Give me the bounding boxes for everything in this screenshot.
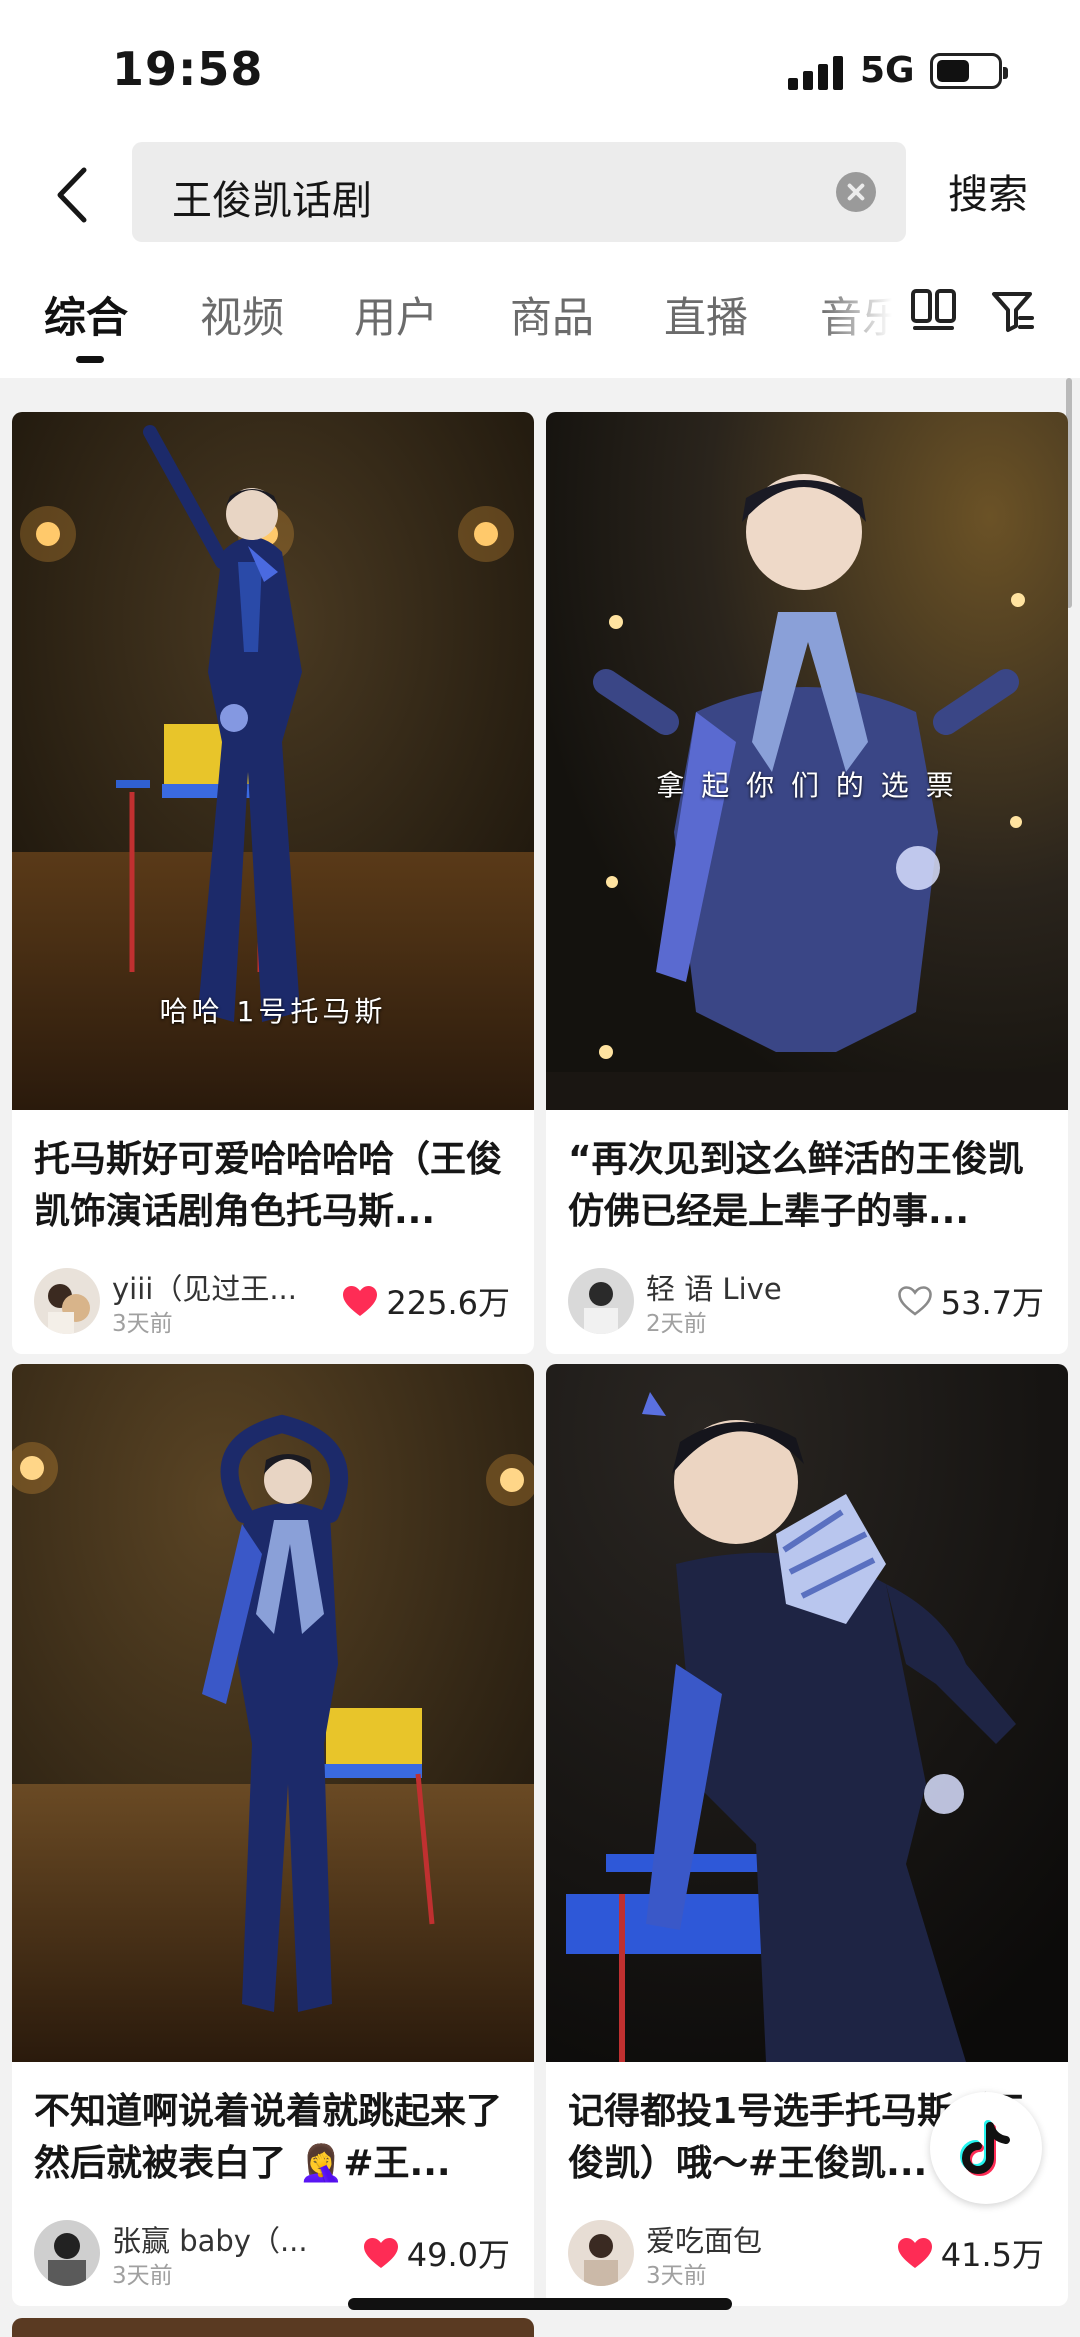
result-card[interactable]: 不知道啊说着说着就跳起来了然后就被表白了 🤦‍♀️#王... 张赢 baby（.… bbox=[12, 1364, 534, 2306]
video-thumbnail[interactable]: 拿 起 你 们 的 选 票 bbox=[546, 412, 1068, 1110]
like-count-text: 49.0万 bbox=[406, 2236, 510, 2274]
like-count[interactable]: 53.7万 bbox=[897, 1278, 1044, 1324]
card-title[interactable]: 不知道啊说着说着就跳起来了然后就被表白了 🤦‍♀️#王... bbox=[34, 2086, 516, 2190]
heart-filled-icon bbox=[897, 2238, 932, 2268]
video-thumbnail[interactable]: 哈哈 1号托马斯 bbox=[12, 412, 534, 1110]
tab-products[interactable]: 商品 bbox=[510, 284, 594, 345]
like-count[interactable]: 225.6万 bbox=[342, 1278, 510, 1324]
search-query: 王俊凯话剧 bbox=[172, 178, 372, 224]
result-card[interactable]: 哈哈 1号托马斯 托马斯好可爱哈哈哈哈（王俊凯饰演话剧角色托马斯... yiii… bbox=[12, 412, 534, 1354]
search-button[interactable]: 搜索 bbox=[948, 162, 1028, 220]
clear-icon[interactable] bbox=[836, 172, 876, 212]
video-thumbnail[interactable] bbox=[12, 1364, 534, 2062]
video-caption: 哈哈 1号托马斯 bbox=[159, 995, 387, 1028]
card-title[interactable]: 托马斯好可爱哈哈哈哈（王俊凯饰演话剧角色托马斯... bbox=[34, 1134, 516, 1238]
tab-comprehensive[interactable]: 综合 bbox=[44, 284, 128, 345]
post-time: 3天前 bbox=[112, 1311, 173, 1337]
author-name[interactable]: 爱吃面包 bbox=[646, 2218, 762, 2260]
like-count-text: 41.5万 bbox=[940, 2236, 1044, 2274]
like-count[interactable]: 49.0万 bbox=[363, 2230, 510, 2276]
video-thumbnail[interactable] bbox=[546, 1364, 1068, 2062]
status-time: 19:58 bbox=[112, 42, 264, 96]
like-count-text: 225.6万 bbox=[386, 1284, 510, 1322]
tab-video[interactable]: 视频 bbox=[200, 284, 284, 345]
battery-level bbox=[937, 60, 969, 82]
tab-fade bbox=[820, 258, 910, 368]
active-tab-indicator bbox=[76, 356, 104, 363]
avatar[interactable] bbox=[34, 1268, 100, 1334]
avatar[interactable] bbox=[568, 2220, 634, 2286]
video-caption: 拿 起 你 们 的 选 票 bbox=[656, 769, 958, 802]
card-title[interactable]: “再次见到这么鲜活的王俊凯 仿佛已经是上辈子的事... bbox=[568, 1134, 1050, 1238]
heart-outline-icon bbox=[897, 1286, 932, 1316]
filter-icon[interactable] bbox=[990, 288, 1036, 334]
status-bar: 19:58 5G bbox=[0, 0, 1080, 140]
like-count[interactable]: 41.5万 bbox=[897, 2230, 1044, 2276]
home-indicator[interactable] bbox=[348, 2298, 732, 2310]
network-label: 5G bbox=[860, 50, 915, 91]
avatar[interactable] bbox=[568, 1268, 634, 1334]
search-header: 王俊凯话剧 搜索 bbox=[0, 140, 1080, 258]
author-name[interactable]: yiii（见过王... bbox=[112, 1266, 297, 1308]
heart-filled-icon bbox=[343, 1286, 378, 1316]
avatar[interactable] bbox=[34, 2220, 100, 2286]
signal-icon bbox=[788, 56, 844, 90]
post-time: 2天前 bbox=[646, 1311, 707, 1337]
chevron-left-icon bbox=[57, 167, 87, 223]
author-name[interactable]: 轻 语 Live bbox=[646, 1266, 782, 1308]
post-time: 3天前 bbox=[646, 2263, 707, 2289]
tab-users[interactable]: 用户 bbox=[354, 284, 438, 345]
author-name[interactable]: 张赢 baby（... bbox=[112, 2218, 308, 2260]
tab-live[interactable]: 直播 bbox=[664, 284, 748, 345]
post-time: 3天前 bbox=[112, 2263, 173, 2289]
back-button[interactable] bbox=[46, 160, 106, 230]
search-input[interactable]: 王俊凯话剧 bbox=[132, 142, 906, 242]
next-result-card[interactable] bbox=[12, 2318, 534, 2337]
result-card[interactable]: 拿 起 你 们 的 选 票 “再次见到这么鲜活的王俊凯 仿佛已经是上辈子的事..… bbox=[546, 412, 1068, 1354]
battery-icon bbox=[930, 53, 1008, 89]
tiktok-logo-icon[interactable] bbox=[930, 2092, 1042, 2204]
like-count-text: 53.7万 bbox=[940, 1284, 1044, 1322]
heart-filled-icon bbox=[363, 2238, 398, 2268]
dual-column-layout-icon[interactable] bbox=[910, 288, 958, 332]
